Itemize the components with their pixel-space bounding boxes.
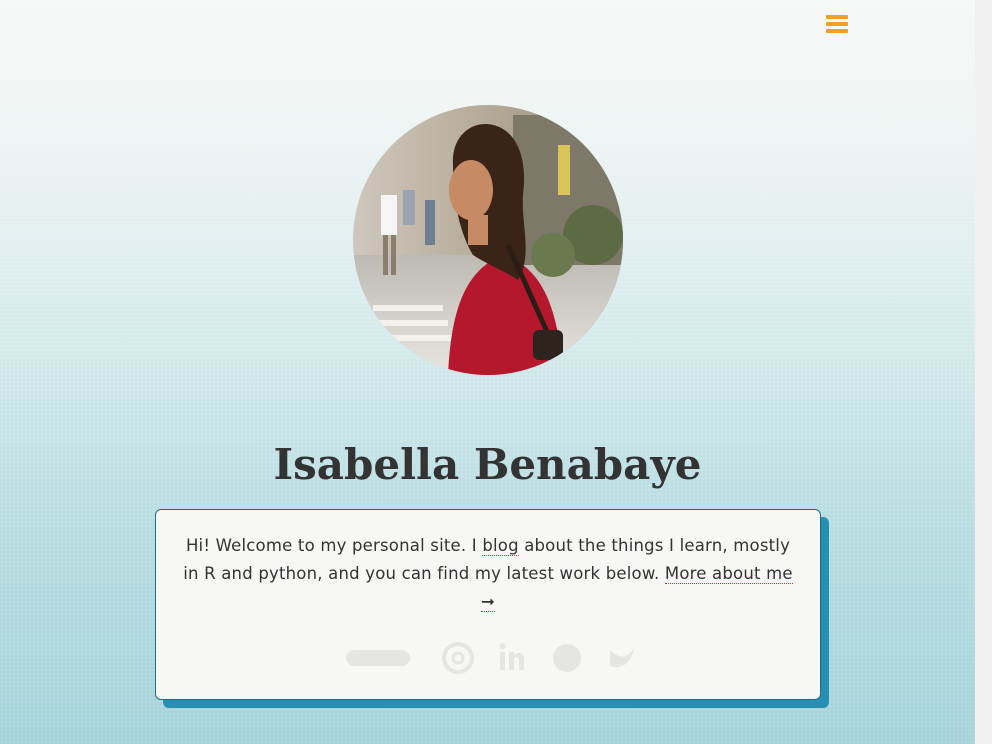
scrollbar[interactable] — [975, 0, 992, 744]
github-icon[interactable] — [551, 638, 583, 678]
page-title: Isabella Benabaye — [273, 440, 702, 489]
intro-card: Hi! Welcome to my personal site. I blog … — [155, 509, 821, 700]
more-about-me-link[interactable]: More about me — [664, 564, 793, 584]
avatar-photo — [353, 105, 623, 375]
arrow-right-icon[interactable]: ➞ — [480, 592, 496, 612]
resume-icon[interactable] — [344, 638, 414, 678]
intro-text: Hi! Welcome to my personal site. I blog … — [180, 532, 796, 616]
email-icon[interactable] — [441, 638, 475, 678]
hamburger-menu-icon[interactable] — [826, 13, 849, 35]
twitter-icon[interactable] — [608, 638, 638, 678]
social-links — [156, 638, 820, 678]
blog-link[interactable]: blog — [482, 536, 519, 556]
linkedin-icon[interactable] — [497, 638, 527, 678]
avatar — [353, 105, 623, 375]
intro-text-part: Hi! Welcome to my personal site. I — [185, 536, 483, 555]
